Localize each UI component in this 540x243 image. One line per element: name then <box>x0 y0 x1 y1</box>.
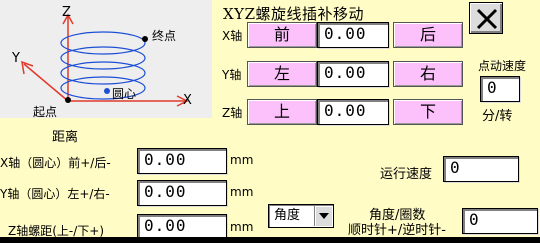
x-position-field[interactable]: 0.00 <box>317 22 389 48</box>
y-center-field[interactable]: 0.00 <box>137 180 227 206</box>
angle-mode-select[interactable]: 角度 <box>268 204 334 228</box>
y-position-field[interactable]: 0.00 <box>317 61 389 87</box>
x-center-unit: mm <box>230 153 254 167</box>
z-axis-label: Z <box>62 5 71 20</box>
y-axis-label: Y <box>12 51 20 66</box>
close-button[interactable] <box>469 2 503 34</box>
angle-direction-label: 顺时针+/逆时针- <box>348 223 446 238</box>
x-center-label: X轴（圆心）前+/后- <box>0 156 111 170</box>
jog-speed-label: 点动速度 <box>478 59 527 73</box>
chevron-down-icon <box>319 213 329 219</box>
helix-diagram: Z Y X 终点 起点 圆心 <box>0 0 212 119</box>
start-point-label: 起点 <box>33 105 58 119</box>
x-minus-button[interactable]: 前 <box>247 22 317 48</box>
z-position-field[interactable]: 0.00 <box>317 99 389 125</box>
y-center-unit: mm <box>230 185 254 199</box>
jog-speed-field[interactable]: 0 <box>480 76 520 102</box>
distance-heading: 距离 <box>52 130 79 145</box>
dropdown-arrow[interactable] <box>314 206 332 226</box>
end-point-label: 终点 <box>152 29 177 43</box>
angle-mode-value: 角度 <box>274 208 301 223</box>
bottom-border <box>0 237 540 243</box>
x-center-field[interactable]: 0.00 <box>137 148 227 174</box>
y-center-label: Y轴（圆心）左+/右- <box>0 187 110 201</box>
z-minus-button[interactable]: 上 <box>247 99 317 125</box>
z-pitch-unit: mm <box>230 220 254 234</box>
run-speed-field[interactable]: 0 <box>443 156 519 182</box>
close-icon <box>476 8 498 30</box>
z-axis-row-label: Z轴 <box>222 106 243 120</box>
z-plus-button[interactable]: 下 <box>393 99 463 125</box>
x-axis-row-label: X轴 <box>222 29 243 43</box>
x-axis-label: X <box>183 93 192 108</box>
window-title: XYZ螺旋线插补移动 <box>223 5 365 23</box>
y-axis-row-label: Y轴 <box>222 68 242 82</box>
center-point-label: 圆心 <box>112 87 137 101</box>
helix-illustration <box>21 13 189 107</box>
angle-turns-field[interactable]: 0 <box>462 208 538 234</box>
x-plus-button[interactable]: 后 <box>393 22 463 48</box>
run-speed-label: 运行速度 <box>380 167 433 182</box>
y-minus-button[interactable]: 左 <box>247 61 317 87</box>
y-plus-button[interactable]: 右 <box>393 61 463 87</box>
jog-speed-unit: 分/转 <box>482 109 513 124</box>
